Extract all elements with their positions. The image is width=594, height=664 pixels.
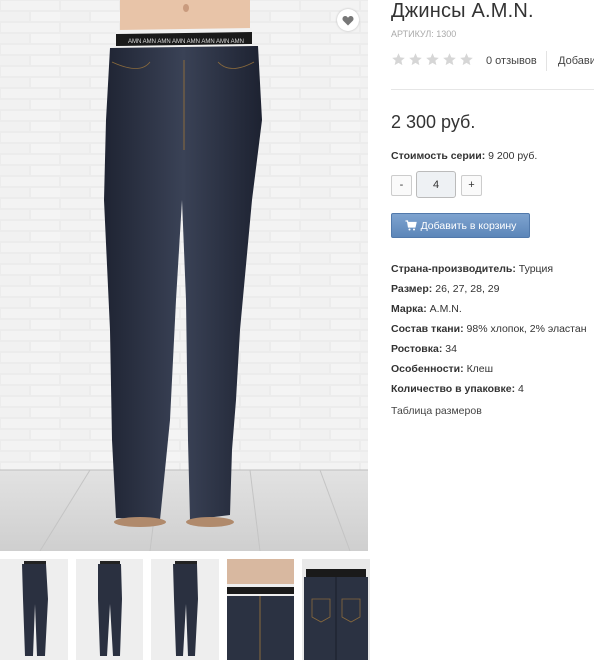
quantity-decrease-button[interactable]: - bbox=[391, 175, 412, 196]
spec-label: Размер: bbox=[391, 283, 433, 295]
series-price-label: Стоимость серии: bbox=[391, 150, 486, 162]
spec-label: Состав ткани: bbox=[391, 323, 464, 335]
size-table-link[interactable]: Таблица размеров bbox=[391, 405, 482, 417]
star-icon[interactable] bbox=[425, 52, 440, 67]
thumbnail-4[interactable] bbox=[227, 559, 294, 660]
star-icon[interactable] bbox=[442, 52, 457, 67]
spec-features: Особенности: Клеш bbox=[391, 359, 587, 379]
spec-country: Страна-производитель: Турция bbox=[391, 259, 587, 279]
spec-size-run: Ростовка: 34 bbox=[391, 339, 587, 359]
thumbnail-3[interactable] bbox=[151, 559, 219, 660]
spec-label: Ростовка: bbox=[391, 343, 443, 355]
quantity-input[interactable] bbox=[416, 171, 456, 198]
series-price: Стоимость серии: 9 200 руб. bbox=[391, 150, 537, 162]
spec-value: Клеш bbox=[466, 363, 494, 375]
spec-brand: Марка: A.M.N. bbox=[391, 299, 587, 319]
add-to-cart-button[interactable]: Добавить в корзину bbox=[391, 213, 530, 238]
spec-pack-quantity: Количество в упаковке: 4 bbox=[391, 379, 587, 399]
spec-label: Страна-производитель: bbox=[391, 263, 516, 275]
series-price-value: 9 200 руб. bbox=[488, 150, 538, 162]
spec-value: 26, 27, 28, 29 bbox=[435, 283, 500, 295]
product-sku: АРТИКУЛ: 1300 bbox=[391, 29, 457, 39]
spec-value: Турция bbox=[518, 263, 554, 275]
spec-fabric: Состав ткани: 98% хлопок, 2% эластан bbox=[391, 319, 587, 339]
spec-value: 34 bbox=[445, 343, 457, 355]
divider bbox=[391, 89, 594, 90]
spec-value: 98% хлопок, 2% эластан bbox=[466, 323, 587, 335]
main-product-image[interactable]: AMN AMN AMN AMN AMN AMN AMN AMN bbox=[0, 0, 368, 551]
favorite-button[interactable] bbox=[337, 9, 359, 31]
star-icon[interactable] bbox=[408, 52, 423, 67]
heart-icon bbox=[342, 15, 354, 25]
cart-icon bbox=[405, 220, 417, 231]
add-review-link[interactable]: Добави bbox=[558, 55, 594, 67]
add-to-cart-label: Добавить в корзину bbox=[420, 219, 517, 232]
divider bbox=[546, 51, 547, 71]
product-title: Джинсы A.M.N. bbox=[391, 0, 534, 22]
thumbnail-strip bbox=[0, 559, 370, 660]
spec-label: Особенности: bbox=[391, 363, 464, 375]
rating-stars[interactable] bbox=[391, 52, 474, 67]
thumbnail-2[interactable] bbox=[76, 559, 143, 660]
thumbnail-5[interactable] bbox=[302, 559, 370, 660]
star-icon[interactable] bbox=[391, 52, 406, 67]
thumbnail-1[interactable] bbox=[0, 559, 68, 660]
spec-label: Количество в упаковке: bbox=[391, 383, 516, 395]
star-icon[interactable] bbox=[459, 52, 474, 67]
spec-size: Размер: 26, 27, 28, 29 bbox=[391, 279, 587, 299]
reviews-link[interactable]: 0 отзывов bbox=[486, 55, 537, 67]
specs-list: Страна-производитель: Турция Размер: 26,… bbox=[391, 259, 587, 399]
quantity-increase-button[interactable]: + bbox=[461, 175, 482, 196]
svg-text:AMN AMN AMN AMN AMN AMN AMN AM: AMN AMN AMN AMN AMN AMN AMN AMN bbox=[128, 39, 244, 45]
spec-value: A.M.N. bbox=[429, 303, 462, 315]
product-price: 2 300 руб. bbox=[391, 112, 476, 132]
spec-label: Марка: bbox=[391, 303, 427, 315]
spec-value: 4 bbox=[518, 383, 524, 395]
